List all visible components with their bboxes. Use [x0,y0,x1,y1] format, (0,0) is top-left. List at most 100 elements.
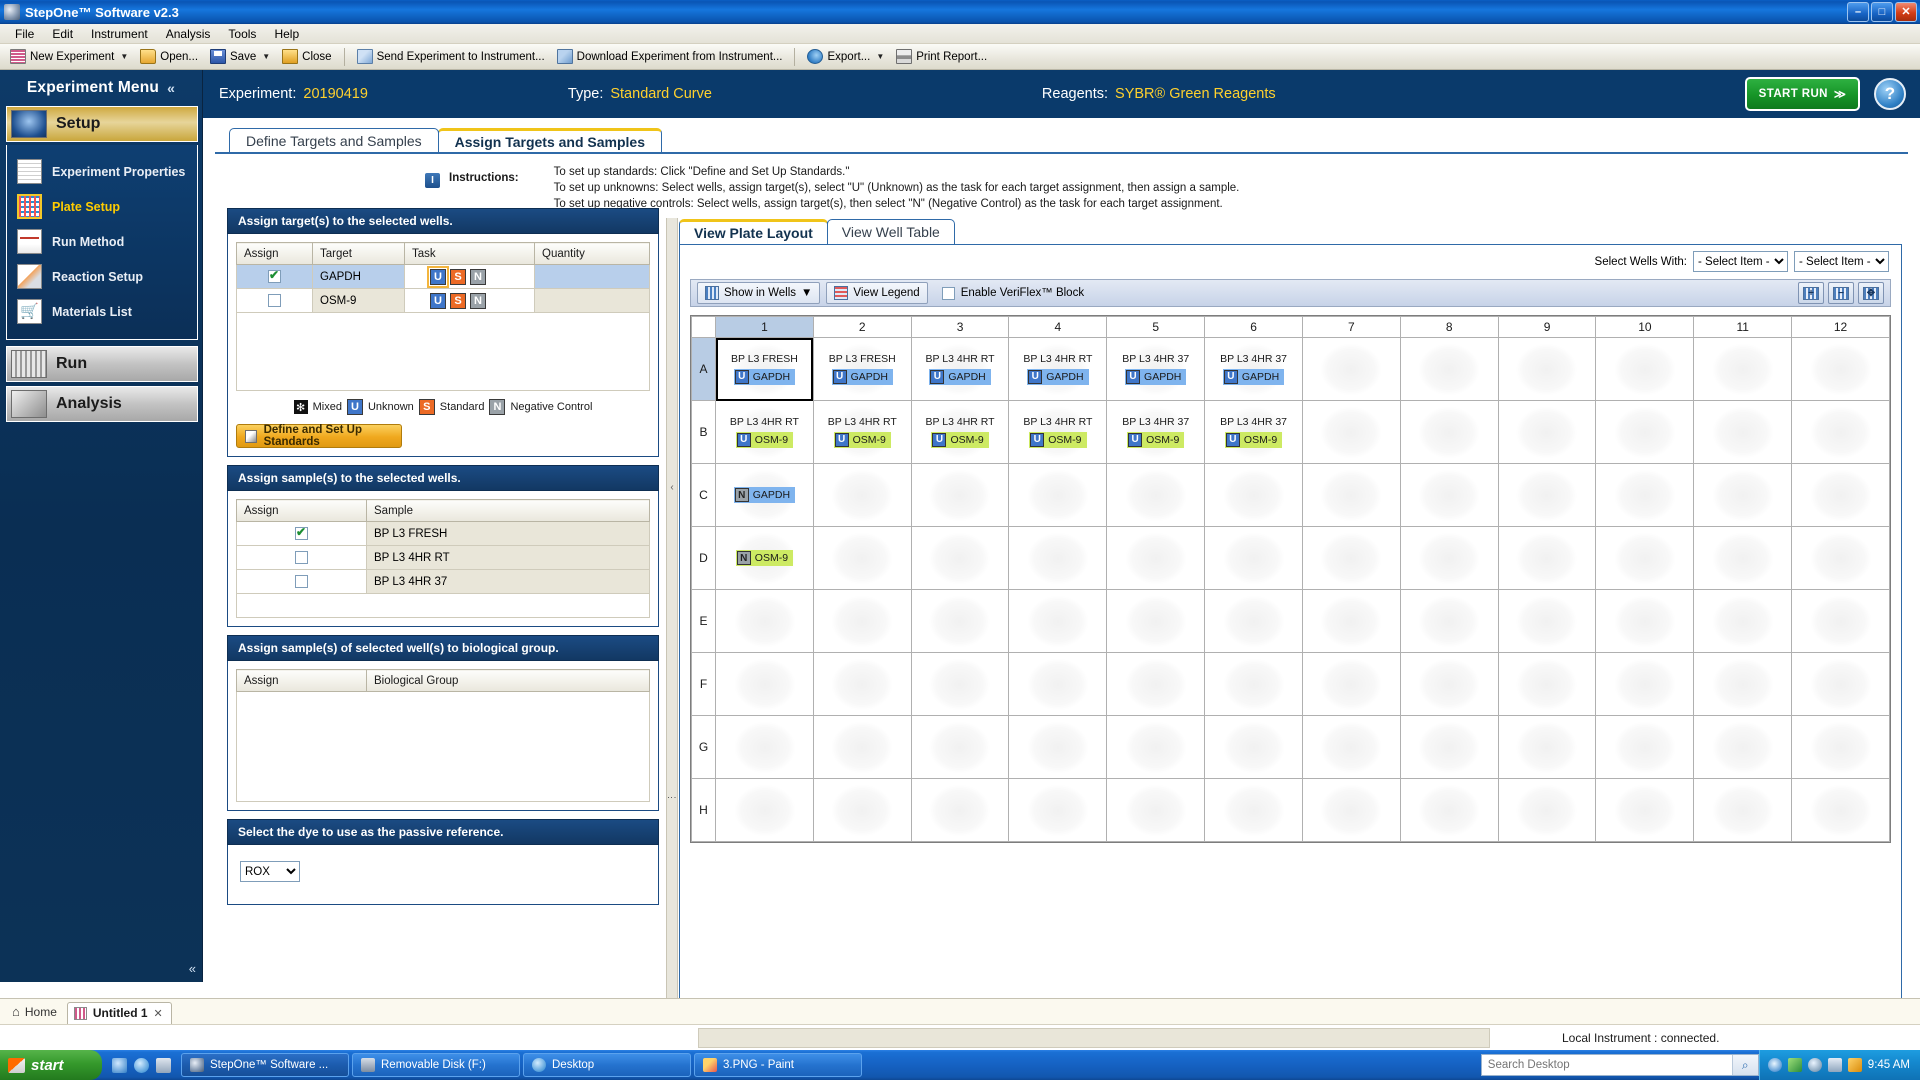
well-F11[interactable] [1693,652,1793,716]
well-D3[interactable] [910,526,1010,590]
well-E12[interactable] [1791,589,1890,653]
sample-assign-cell[interactable] [236,545,367,570]
well-D12[interactable] [1791,526,1890,590]
sample-assign-checkbox[interactable] [295,525,308,540]
plate-col-header-5[interactable]: 5 [1106,316,1206,338]
well-A10[interactable] [1595,337,1695,401]
well-B10[interactable] [1595,400,1695,464]
target-assign-checkbox[interactable] [268,294,281,307]
table-row[interactable]: BP L3 4HR 37 [236,569,650,594]
well-E5[interactable] [1106,589,1206,653]
toolbar-print-report[interactable]: Print Report... [891,47,992,66]
zoom-out-button[interactable]: − [1828,282,1854,304]
task-standard-button[interactable]: S [450,268,466,285]
close-tab-icon[interactable]: ✕ [154,1007,163,1020]
toolbar-send-experiment[interactable]: Send Experiment to Instrument... [352,47,550,66]
plate-row-header-b[interactable]: B [691,400,716,464]
menu-tools[interactable]: Tools [219,25,265,43]
document-tab-untitled-1[interactable]: Untitled 1 ✕ [66,1002,172,1024]
desktop-search-box[interactable]: ⌕ [1480,1054,1759,1076]
well-D5[interactable] [1106,526,1206,590]
zoom-in-button[interactable]: + [1798,282,1824,304]
plate-row-header-e[interactable]: E [691,589,716,653]
table-row[interactable]: BP L3 FRESH [236,521,650,546]
well-H2[interactable] [812,778,912,842]
well-H11[interactable] [1693,778,1793,842]
well-F7[interactable] [1301,652,1401,716]
well-E4[interactable] [1008,589,1108,653]
task-unknown-button[interactable]: U [427,265,449,288]
well-G8[interactable] [1399,715,1499,779]
well-E9[interactable] [1497,589,1597,653]
well-B8[interactable] [1399,400,1499,464]
well-B12[interactable] [1791,400,1890,464]
well-H5[interactable] [1106,778,1206,842]
well-E1[interactable] [715,589,814,653]
task-negative-button[interactable]: N [470,292,486,309]
well-A9[interactable] [1497,337,1597,401]
tray-icon-5[interactable] [1847,1058,1862,1072]
start-run-button[interactable]: START RUN ≫ [1745,77,1860,111]
well-A8[interactable] [1399,337,1499,401]
well-H3[interactable] [910,778,1010,842]
well-F3[interactable] [910,652,1010,716]
well-H10[interactable] [1595,778,1695,842]
well-A6[interactable]: BP L3 4HR 37 U GAPDH [1204,337,1303,401]
menu-instrument[interactable]: Instrument [82,25,157,43]
well-H9[interactable] [1497,778,1597,842]
menu-file[interactable]: File [6,25,43,43]
well-C3[interactable] [910,463,1010,527]
well-B11[interactable] [1693,400,1793,464]
well-B3[interactable]: BP L3 4HR RT U OSM-9 [910,400,1010,464]
view-legend-button[interactable]: View Legend [826,282,928,304]
quick-launch-icon-1[interactable] [112,1057,127,1073]
sample-assign-cell[interactable] [236,521,367,546]
well-H7[interactable] [1301,778,1401,842]
taskbar-item-removable-disk[interactable]: Removable Disk (F:) [352,1053,520,1077]
well-A11[interactable] [1693,337,1793,401]
well-G1[interactable] [715,715,814,779]
well-E6[interactable] [1204,589,1303,653]
well-A5[interactable]: BP L3 4HR 37 U GAPDH [1106,337,1206,401]
menu-help[interactable]: Help [265,25,308,43]
plate-col-header-4[interactable]: 4 [1008,316,1108,338]
well-G2[interactable] [812,715,912,779]
sidebar-group-analysis[interactable]: Analysis [6,386,198,422]
sample-assign-cell[interactable] [236,569,367,594]
well-C10[interactable] [1595,463,1695,527]
well-D6[interactable] [1204,526,1303,590]
plate-row-header-d[interactable]: D [691,526,716,590]
plate-row-header-h[interactable]: H [691,778,716,842]
well-D2[interactable] [812,526,912,590]
well-A2[interactable]: BP L3 FRESH U GAPDH [812,337,912,401]
well-C11[interactable] [1693,463,1793,527]
internet-explorer-icon[interactable] [134,1057,149,1073]
toolbar-close[interactable]: Close [277,47,336,66]
well-C2[interactable] [812,463,912,527]
toolbar-download-experiment[interactable]: Download Experiment from Instrument... [552,47,788,66]
well-F2[interactable] [812,652,912,716]
tab-view-well-table[interactable]: View Well Table [826,219,955,244]
splitter-collapse-left-icon[interactable]: ‹ [670,482,673,493]
well-E10[interactable] [1595,589,1695,653]
passive-reference-dye-select[interactable]: ROX None [240,861,300,882]
tab-assign-targets-and-samples[interactable]: Assign Targets and Samples [437,128,662,152]
sidebar-group-run[interactable]: Run [6,346,198,382]
search-icon[interactable]: ⌕ [1731,1055,1758,1075]
sidebar-group-setup[interactable]: Setup [6,106,198,142]
sidebar-item-experiment-properties[interactable]: Experiment Properties [7,154,197,189]
well-D9[interactable] [1497,526,1597,590]
collapse-sidebar-icon[interactable]: « [167,80,175,96]
sidebar-collapse-bottom-icon[interactable]: « [189,961,196,976]
search-input[interactable] [1481,1058,1732,1072]
well-E3[interactable] [910,589,1010,653]
sample-assign-checkbox[interactable] [295,551,308,564]
target-quantity-cell[interactable] [534,264,650,289]
well-C8[interactable] [1399,463,1499,527]
target-assign-cell[interactable] [236,288,313,313]
plate-col-header-11[interactable]: 11 [1693,316,1793,338]
quick-launch-icon-3[interactable] [156,1057,171,1073]
home-tab[interactable]: ⌂ Home [8,1000,67,1024]
table-row[interactable]: GAPDH U S N [236,264,650,289]
well-H6[interactable] [1204,778,1303,842]
